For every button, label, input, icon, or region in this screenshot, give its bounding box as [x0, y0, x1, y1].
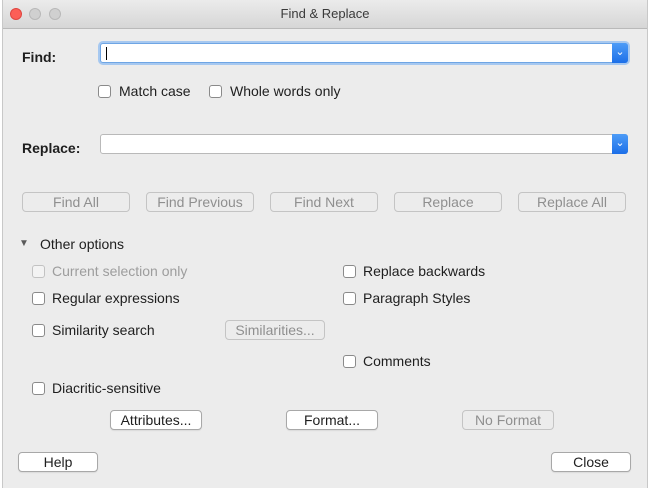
- format-button[interactable]: Format...: [286, 410, 378, 430]
- find-replace-dialog: Find & Replace Find: ⌄ Match case Whole …: [2, 0, 648, 488]
- attributes-button[interactable]: Attributes...: [110, 410, 202, 430]
- find-all-button[interactable]: Find All: [22, 192, 130, 212]
- find-next-button[interactable]: Find Next: [270, 192, 378, 212]
- comments-checkbox[interactable]: [343, 355, 356, 368]
- match-case-checkbox[interactable]: [98, 85, 111, 98]
- replace-dropdown-button[interactable]: ⌄: [612, 134, 628, 154]
- replace-all-button[interactable]: Replace All: [518, 192, 626, 212]
- replace-input[interactable]: ⌄: [100, 134, 628, 154]
- no-format-button[interactable]: No Format: [462, 410, 554, 430]
- similarity-search-checkbox[interactable]: [32, 324, 45, 337]
- diacritic-sensitive-checkbox[interactable]: [32, 382, 45, 395]
- disclosure-triangle-icon[interactable]: ▼: [19, 238, 29, 249]
- match-case-label[interactable]: Match case: [119, 83, 191, 99]
- replace-button[interactable]: Replace: [394, 192, 502, 212]
- window-title: Find & Replace: [280, 6, 370, 21]
- chevron-down-icon: ⌄: [615, 46, 625, 58]
- chevron-down-icon: ⌄: [615, 137, 625, 149]
- current-selection-label: Current selection only: [52, 263, 188, 279]
- replace-label: Replace:: [22, 140, 81, 156]
- whole-words-checkbox[interactable]: [209, 85, 222, 98]
- title-bar: Find & Replace: [3, 0, 647, 29]
- similarity-search-label[interactable]: Similarity search: [52, 322, 155, 338]
- paragraph-styles-checkbox[interactable]: [343, 292, 356, 305]
- regular-expressions-label[interactable]: Regular expressions: [52, 290, 180, 306]
- replace-backwards-label[interactable]: Replace backwards: [363, 263, 485, 279]
- current-selection-checkbox[interactable]: [32, 265, 45, 278]
- find-dropdown-button[interactable]: ⌄: [612, 43, 628, 63]
- whole-words-label[interactable]: Whole words only: [230, 83, 341, 99]
- paragraph-styles-label[interactable]: Paragraph Styles: [363, 290, 470, 306]
- find-input[interactable]: ⌄: [100, 43, 628, 63]
- text-caret: [106, 47, 107, 60]
- similarities-button[interactable]: Similarities...: [225, 320, 325, 340]
- comments-label[interactable]: Comments: [363, 353, 431, 369]
- diacritic-sensitive-label[interactable]: Diacritic-sensitive: [52, 380, 161, 396]
- help-button[interactable]: Help: [18, 452, 98, 472]
- replace-backwards-checkbox[interactable]: [343, 265, 356, 278]
- other-options-header[interactable]: Other options: [40, 236, 124, 252]
- regular-expressions-checkbox[interactable]: [32, 292, 45, 305]
- find-previous-button[interactable]: Find Previous: [146, 192, 254, 212]
- find-label: Find:: [22, 49, 57, 65]
- close-button[interactable]: Close: [551, 452, 631, 472]
